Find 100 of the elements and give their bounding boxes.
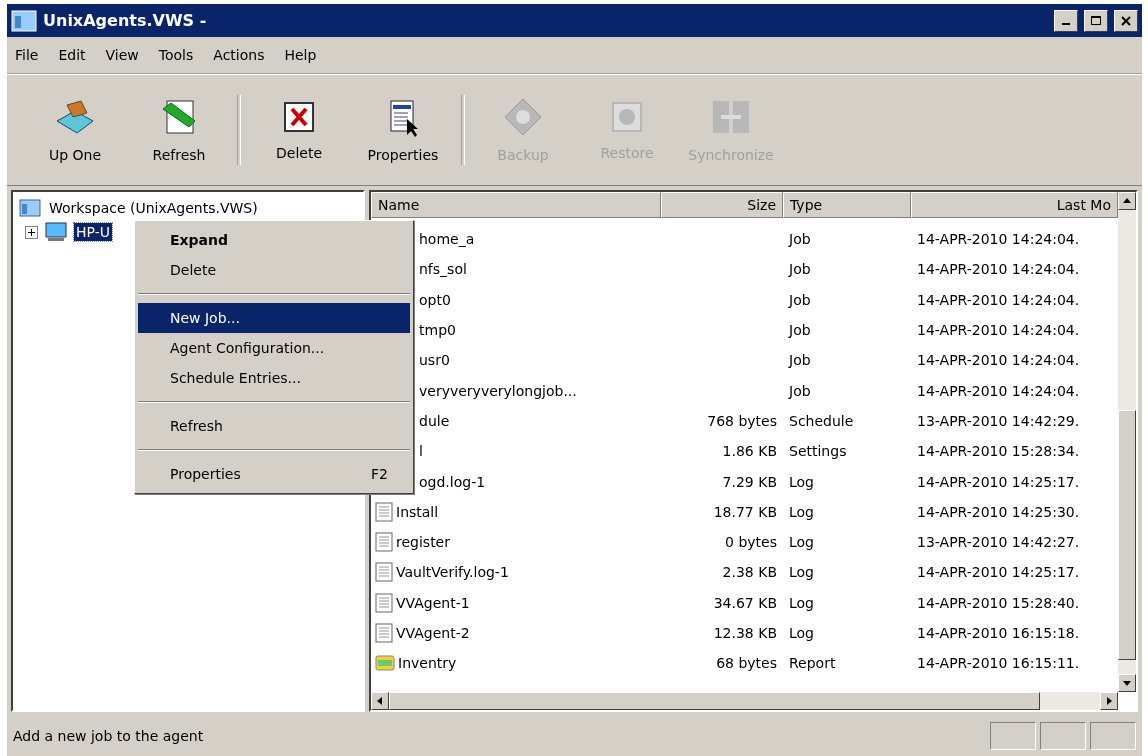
- minimize-icon: [1062, 23, 1070, 25]
- menu-item[interactable]: Actions: [213, 47, 265, 63]
- table-cell-text: 14-APR-2010 14:24:04.: [916, 352, 1081, 369]
- file-name: Inventry: [398, 655, 457, 672]
- table-cell-text: 68 bytes: [715, 655, 778, 672]
- menu-item[interactable]: View: [105, 47, 139, 63]
- file-name: nfs_sol: [419, 261, 467, 278]
- column-header[interactable]: Size: [661, 192, 783, 218]
- table-cell-text: Log: [788, 473, 815, 490]
- table-cell-text: 0 bytes: [724, 534, 778, 551]
- table-cell-text: 768 bytes: [706, 412, 778, 429]
- file-name: dule: [419, 412, 450, 429]
- tree-item[interactable]: HP-U: [74, 223, 112, 241]
- left-arrow-icon: [375, 696, 385, 706]
- table-cell-text: 18.77 KB: [712, 503, 778, 520]
- log-file-icon: [375, 501, 393, 522]
- table-cell-text: Settings: [788, 443, 848, 460]
- file-name: ogd.log-1: [419, 473, 486, 490]
- file-name: opt0: [419, 291, 451, 308]
- table-cell-text: Log: [788, 594, 815, 611]
- file-name: l: [419, 443, 423, 460]
- table-cell-text: 13-APR-2010 14:42:27.: [916, 534, 1081, 551]
- window-icon: [609, 99, 645, 135]
- table-cell-text: 12.38 KB: [712, 625, 778, 641]
- file-name: register: [396, 534, 450, 551]
- table-cell-text: Job: [787, 382, 812, 399]
- table-cell-text: Job: [787, 352, 812, 369]
- menu-item[interactable]: Help: [284, 47, 317, 63]
- minimize-button[interactable]: [1054, 9, 1078, 32]
- table-cell-text: 13-APR-2010 14:42:29.: [916, 412, 1081, 429]
- table-cell-text: Report: [788, 655, 837, 672]
- table-cell-text: 14-APR-2010 14:25:30.: [916, 503, 1081, 520]
- menu-item[interactable]: Edit: [58, 47, 86, 63]
- app-icon: [11, 9, 37, 32]
- table-cell-text: 14-APR-2010 14:25:17.: [916, 473, 1081, 490]
- table-cell-text: 14-APR-2010 15:28:40.: [916, 594, 1081, 611]
- table-cell-text: Log: [788, 534, 815, 551]
- table-cell-text: 1.86 KB: [721, 443, 778, 460]
- horizontal-scrollbar[interactable]: [371, 692, 1118, 710]
- workspace-icon: [19, 199, 41, 217]
- table-cell-text: Log: [788, 564, 815, 581]
- table-cell-text: 14-APR-2010 14:24:04.: [916, 291, 1081, 308]
- down-arrow-icon: [1122, 678, 1132, 688]
- table-cell-text: 14-APR-2010 14:25:17.: [916, 564, 1081, 581]
- column-header[interactable]: Name: [371, 192, 661, 218]
- file-name: VaultVerify.log-1: [396, 564, 509, 581]
- file-name: home_a: [419, 231, 475, 248]
- toolbar-button[interactable]: Refresh: [129, 85, 229, 175]
- log-file-icon: [375, 623, 393, 643]
- menu-item[interactable]: Refresh: [138, 411, 410, 441]
- table-cell-text: 34.67 KB: [712, 594, 778, 611]
- table-cell-text: 2.38 KB: [721, 564, 778, 581]
- menu-item[interactable]: Schedule Entries...: [138, 363, 410, 393]
- menu-item[interactable]: Expand: [138, 225, 410, 255]
- window-title: UnixAgents.VWS -: [43, 11, 208, 30]
- file-name: usr0: [419, 352, 450, 369]
- table-cell-text: Log: [788, 503, 815, 520]
- file-name: veryveryverylongjob...: [419, 382, 577, 399]
- column-header[interactable]: Last Mo: [911, 192, 1118, 218]
- table-cell-text: Job: [787, 291, 812, 308]
- table-cell-text: 14-APR-2010 15:28:34.: [916, 443, 1081, 460]
- right-arrow-icon: [1104, 696, 1114, 706]
- maximize-button[interactable]: [1084, 9, 1108, 32]
- menu-item[interactable]: Agent Configuration...: [138, 333, 410, 363]
- toolbar-button[interactable]: Up One: [25, 85, 125, 175]
- delete-icon: [281, 99, 317, 135]
- table-cell-text: Job: [787, 231, 812, 248]
- file-name: Install: [396, 503, 439, 520]
- menu-item[interactable]: Delete: [138, 255, 410, 285]
- menu-item[interactable]: New Job...: [138, 303, 410, 333]
- table-cell-text: 14-APR-2010 14:24:04.: [916, 261, 1081, 278]
- menu-item[interactable]: File: [15, 47, 39, 63]
- report-icon: [375, 653, 395, 674]
- menu-item[interactable]: Properties F2: [138, 459, 410, 489]
- menu-item[interactable]: Tools: [158, 47, 194, 63]
- file-name: VVAgent-1: [396, 594, 470, 611]
- toolbar-button[interactable]: Delete: [249, 85, 349, 175]
- log-file-icon: [375, 592, 393, 613]
- tree-item[interactable]: Workspace (UnixAgents.VWS): [47, 199, 260, 217]
- table-cell-text: 14-APR-2010 16:15:18.: [916, 625, 1081, 641]
- file-name: VVAgent-2: [396, 625, 470, 641]
- expand-toggle[interactable]: [25, 225, 38, 239]
- vertical-scrollbar[interactable]: [1118, 192, 1136, 692]
- up-arrow-icon: [1122, 196, 1132, 206]
- status-panel: [990, 722, 1036, 750]
- maximize-icon: [1091, 15, 1101, 26]
- table-cell-text: 14-APR-2010 14:24:04.: [916, 231, 1081, 248]
- table-cell-text: Job: [787, 322, 812, 339]
- shortcut-text: F2: [371, 466, 388, 482]
- status-text: Add a new job to the agent: [13, 728, 205, 744]
- diamond-icon: [503, 97, 543, 137]
- table-cell-text: 14-APR-2010 16:15:11.: [916, 655, 1081, 672]
- log-file-icon: [375, 532, 393, 553]
- log-file-icon: [375, 562, 393, 583]
- close-button[interactable]: [1114, 9, 1138, 32]
- computer-icon: [44, 222, 68, 242]
- toolbar-button[interactable]: Properties: [353, 85, 453, 175]
- status-panel: [1040, 722, 1086, 750]
- table-cell-text: 14-APR-2010 14:24:04.: [916, 322, 1081, 339]
- column-header[interactable]: Type: [783, 192, 911, 218]
